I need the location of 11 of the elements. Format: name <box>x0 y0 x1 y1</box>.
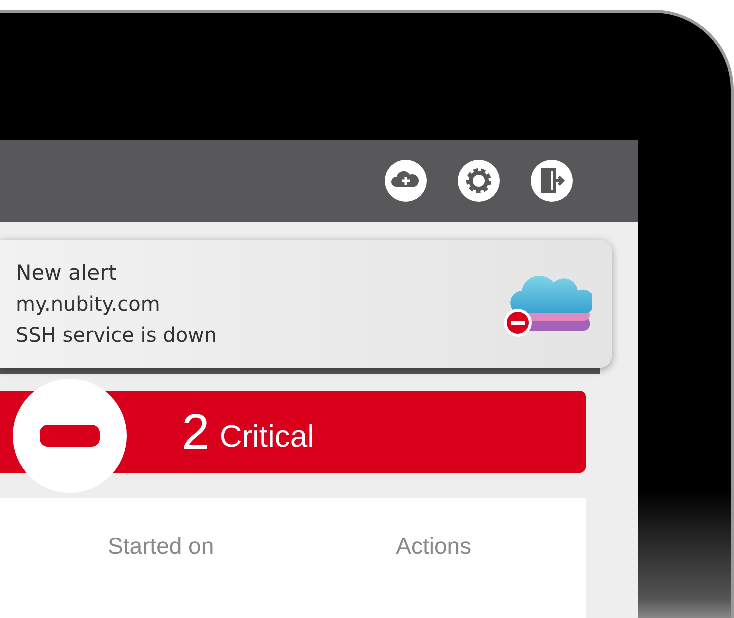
critical-label: Critical <box>220 419 315 455</box>
logout-icon[interactable] <box>530 159 574 203</box>
notification-host: my.nubity.com <box>16 292 162 316</box>
notification-card[interactable]: New alert my.nubity.com SSH service is down <box>0 240 612 368</box>
notification-message: SSH service is down <box>16 323 218 347</box>
column-header: Started on <box>108 533 214 561</box>
critical-count: 2 <box>182 403 210 461</box>
cloud-add-icon[interactable] <box>384 159 428 203</box>
column-header: Actions <box>396 533 472 561</box>
notification-title: New alert <box>16 261 118 285</box>
settings-icon[interactable] <box>457 159 501 203</box>
